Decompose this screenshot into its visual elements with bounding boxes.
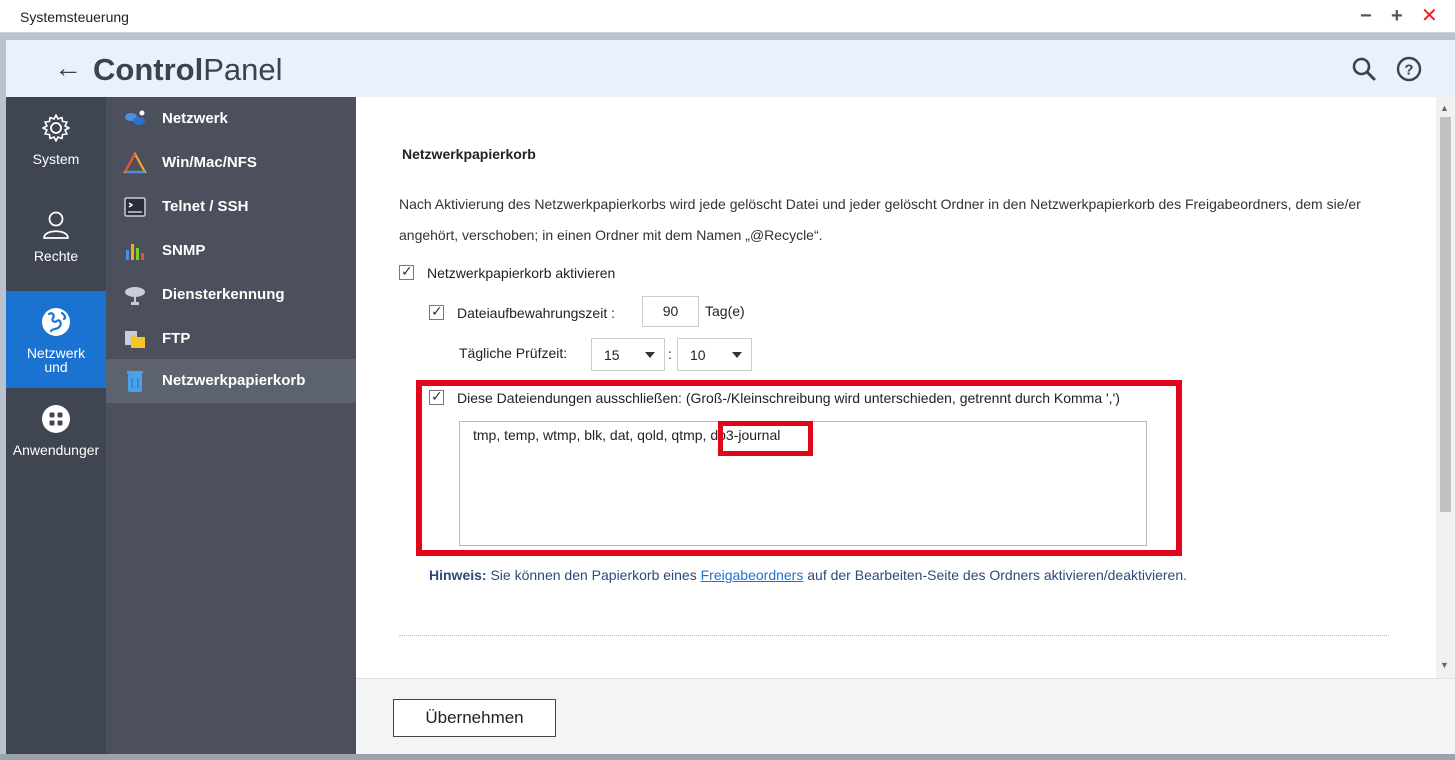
sidebar-item-anwendungen[interactable]: Anwendunger [6, 388, 106, 485]
maximize-button[interactable]: + [1391, 6, 1403, 26]
terminal-icon [124, 197, 146, 217]
subnav-item-label: Netzwerk [162, 110, 228, 127]
globe-icon [42, 308, 70, 336]
recycle-bin-icon [127, 371, 143, 392]
minimize-button[interactable]: − [1360, 6, 1372, 26]
daily-check-label: Tägliche Prüfzeit: [459, 345, 568, 361]
scroll-up-icon[interactable]: ▲ [1440, 103, 1449, 113]
sidebar-item-rechte[interactable]: Rechte [6, 194, 106, 291]
triangle-icon [123, 151, 147, 174]
search-icon[interactable] [1351, 56, 1377, 82]
retention-checkbox[interactable] [429, 303, 444, 320]
sub-navigation: Netzwerk Win/Mac/NFS Telnet / SSH SNMP D… [106, 97, 356, 754]
svg-text:?: ? [1404, 62, 1413, 79]
bottom-strip [0, 754, 1455, 760]
hint-text-part: auf der Bearbeiten-Seite des Ordners akt… [803, 567, 1188, 583]
user-icon [43, 211, 69, 239]
subnav-item-netzwerk[interactable]: Netzwerk [106, 97, 356, 141]
app-title-bold: Control [93, 52, 204, 87]
subnav-item-label: Netzwerkpapierkorb [162, 372, 306, 389]
subnav-item-winmacnfs[interactable]: Win/Mac/NFS [106, 141, 356, 185]
app-header: ← ControlPanel ? [6, 40, 1455, 97]
time-separator: : [668, 346, 672, 362]
minute-select[interactable]: 10 [677, 338, 752, 371]
retention-label: Dateiaufbewahrungszeit : [457, 305, 615, 321]
sidebar-item-label: Anwendunger [12, 442, 100, 458]
hint-label: Hinweis: [429, 567, 487, 583]
chevron-down-icon [645, 352, 655, 358]
apps-grid-icon [42, 405, 70, 433]
close-button[interactable]: ✕ [1421, 6, 1438, 26]
enable-recycle-bin-checkbox[interactable] [399, 263, 414, 280]
sidebar-item-system[interactable]: System [6, 97, 106, 194]
gear-icon [42, 114, 70, 142]
folder-transfer-icon [125, 331, 145, 348]
main-sidebar: System Rechte Netzwerk und Anwendunger [6, 97, 106, 754]
enable-recycle-bin-label: Netzwerkpapierkorb aktivieren [427, 265, 616, 281]
sidebar-item-netzwerk[interactable]: Netzwerk und [6, 291, 106, 388]
highlight-box [416, 380, 1182, 556]
subnav-item-label: Telnet / SSH [162, 198, 249, 215]
retention-days-input[interactable]: 90 [642, 296, 699, 327]
section-description: Nach Aktivierung des Netzwerkpapierkorbs… [399, 196, 1361, 243]
app-title-light: Panel [203, 52, 283, 87]
highlight-box-extension [718, 421, 813, 456]
retention-unit: Tag(e) [705, 303, 745, 319]
main-content: Netzwerkpapierkorb Nach Aktivierung des … [356, 97, 1436, 678]
apply-button[interactable]: Übernehmen [393, 699, 556, 737]
hint-text-part: Sie können den Papierkorb eines [486, 567, 701, 583]
subnav-item-label: FTP [162, 330, 191, 347]
back-arrow-icon[interactable]: ← [54, 54, 82, 82]
scroll-down-icon[interactable]: ▼ [1440, 660, 1449, 670]
subnav-item-label: Diensterkennung [162, 286, 285, 303]
sidebar-item-label: Netzwerk und [26, 345, 86, 375]
hour-value: 15 [604, 347, 620, 363]
hint-text: Hinweis: Sie können den Papierkorb eines… [429, 567, 1187, 583]
help-icon[interactable]: ? [1396, 56, 1422, 82]
footer-bar: Übernehmen [356, 678, 1455, 754]
subnav-item-label: Win/Mac/NFS [162, 154, 257, 171]
satellite-dish-icon [125, 287, 145, 305]
subnav-item-diensterkennung[interactable]: Diensterkennung [106, 273, 356, 317]
hour-select[interactable]: 15 [591, 338, 665, 371]
app-title: ControlPanel [93, 52, 283, 88]
window-titlebar: Systemsteuerung − + ✕ [0, 0, 1455, 33]
sidebar-item-label: System [32, 151, 80, 167]
network-icon [125, 110, 145, 125]
minute-value: 10 [690, 347, 706, 363]
shared-folder-link[interactable]: Freigabeordners [701, 567, 804, 583]
sidebar-item-label: Rechte [33, 248, 79, 264]
content-scrollbar[interactable]: ▲ ▼ [1436, 97, 1455, 678]
chevron-down-icon [732, 352, 742, 358]
divider [399, 635, 1389, 636]
scrollbar-thumb[interactable] [1440, 117, 1451, 512]
subnav-item-netzwerkpapierkorb[interactable]: Netzwerkpapierkorb [106, 359, 356, 403]
subnav-item-snmp[interactable]: SNMP [106, 229, 356, 273]
subnav-item-telnet-ssh[interactable]: Telnet / SSH [106, 185, 356, 229]
section-title: Netzwerkpapierkorb [402, 146, 536, 162]
window-title: Systemsteuerung [20, 9, 129, 25]
subnav-item-ftp[interactable]: FTP [106, 317, 356, 361]
subnav-item-label: SNMP [162, 242, 206, 259]
bar-chart-icon [126, 244, 144, 260]
